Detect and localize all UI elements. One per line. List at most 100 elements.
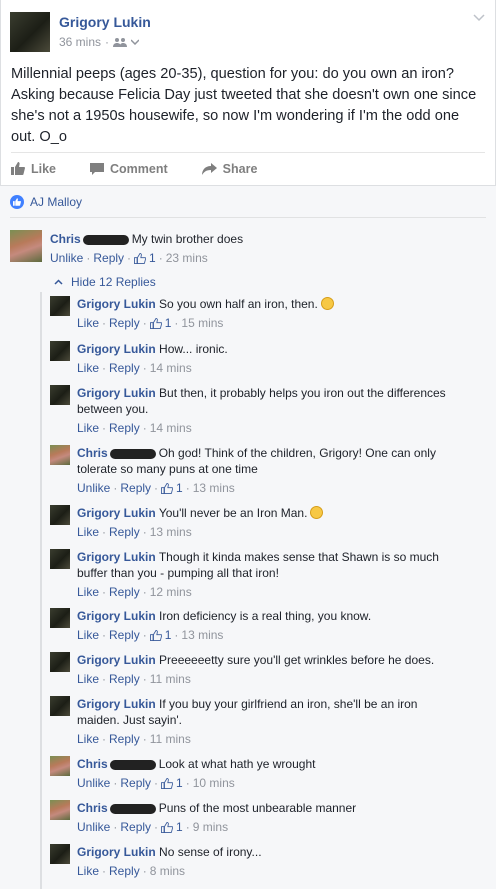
- reply-link[interactable]: Reply: [109, 316, 140, 330]
- comment-button[interactable]: Comment: [90, 162, 168, 176]
- reply-body: Grigory Lukin But then, it probably help…: [77, 385, 447, 417]
- post-time[interactable]: 36 mins: [59, 35, 101, 49]
- reply-time[interactable]: 14 mins: [150, 421, 192, 435]
- likes-names[interactable]: AJ Malloy: [30, 195, 82, 209]
- like-count[interactable]: 1: [165, 628, 172, 642]
- reply-author[interactable]: Chris: [77, 801, 108, 815]
- reply-avatar[interactable]: [50, 800, 70, 820]
- like-label: Like: [31, 161, 57, 176]
- share-button[interactable]: Share: [201, 162, 257, 176]
- reply-actions: Like · Reply · 1 · 15 mins: [77, 316, 224, 330]
- reply-link[interactable]: Reply: [109, 361, 140, 375]
- likes-summary[interactable]: AJ Malloy: [10, 195, 82, 209]
- reply-body: Grigory Lukin Preeeeeetty sure you'll ge…: [77, 652, 447, 668]
- unlike-link[interactable]: Unlike: [50, 251, 83, 265]
- like-count[interactable]: 1: [149, 251, 156, 265]
- reply-actions: Unlike · Reply · 1 · 10 mins: [77, 776, 235, 790]
- like-button[interactable]: Like: [11, 162, 56, 176]
- reply-author[interactable]: Chris: [77, 757, 108, 771]
- reply-author[interactable]: Grigory Lukin: [77, 653, 156, 667]
- reply-author[interactable]: Grigory Lukin: [77, 506, 156, 520]
- like-link[interactable]: Like: [77, 732, 99, 746]
- reply-text: No sense of irony...: [159, 845, 262, 859]
- reply-avatar[interactable]: [50, 505, 70, 525]
- reply-time[interactable]: 11 mins: [150, 732, 191, 746]
- reply-author[interactable]: Grigory Lukin: [77, 342, 156, 356]
- reply-author[interactable]: Grigory Lukin: [77, 697, 156, 711]
- redacted-surname: [109, 803, 156, 814]
- reply-time[interactable]: 8 mins: [150, 864, 185, 878]
- reply-link[interactable]: Reply: [109, 864, 140, 878]
- reply-text: Iron deficiency is a real thing, you kno…: [159, 609, 372, 623]
- like-count-thumb-icon: [134, 252, 147, 264]
- reply-time[interactable]: 9 mins: [193, 820, 228, 834]
- poster-avatar[interactable]: [10, 12, 50, 52]
- reply-link[interactable]: Reply: [93, 251, 124, 265]
- reply-avatar[interactable]: [50, 756, 70, 776]
- reply-link[interactable]: Reply: [109, 585, 140, 599]
- reply-author[interactable]: Grigory Lukin: [77, 609, 156, 623]
- reply-time[interactable]: 15 mins: [181, 316, 223, 330]
- post-meta: 36 mins ·: [59, 35, 140, 49]
- reply-link[interactable]: Reply: [109, 525, 140, 539]
- like-count[interactable]: 1: [176, 776, 183, 790]
- like-count-thumb-icon: [161, 482, 174, 494]
- reply-time[interactable]: 13 mins: [150, 525, 192, 539]
- reply-avatar[interactable]: [50, 445, 70, 465]
- like-link[interactable]: Like: [77, 672, 99, 686]
- reply-link[interactable]: Reply: [120, 776, 151, 790]
- reply-avatar[interactable]: [50, 696, 70, 716]
- commenter-avatar[interactable]: [10, 230, 42, 262]
- reply-author[interactable]: Grigory Lukin: [77, 550, 156, 564]
- reply-link[interactable]: Reply: [109, 628, 140, 642]
- reply-time[interactable]: 12 mins: [150, 585, 192, 599]
- reply-avatar[interactable]: [50, 844, 70, 864]
- reply-text: You'll never be an Iron Man.: [158, 506, 308, 520]
- unlike-link[interactable]: Unlike: [77, 820, 110, 834]
- friends-audience-icon[interactable]: [113, 37, 128, 47]
- reply-avatar[interactable]: [50, 296, 70, 316]
- reply-author[interactable]: Grigory Lukin: [77, 297, 156, 311]
- like-link[interactable]: Like: [77, 628, 99, 642]
- like-link[interactable]: Like: [77, 316, 99, 330]
- reply-author[interactable]: Grigory Lukin: [77, 845, 156, 859]
- reply-time[interactable]: 14 mins: [150, 361, 192, 375]
- reply-body: Grigory Lukin How... ironic.: [77, 341, 447, 357]
- reply-avatar[interactable]: [50, 341, 70, 361]
- like-count[interactable]: 1: [176, 481, 183, 495]
- hide-replies-toggle[interactable]: Hide 12 Replies: [54, 275, 156, 289]
- reply-time[interactable]: 13 mins: [193, 481, 235, 495]
- emoji-icon: [310, 506, 324, 519]
- reply-avatar[interactable]: [50, 652, 70, 672]
- like-link[interactable]: Like: [77, 525, 99, 539]
- reply-time[interactable]: 10 mins: [193, 776, 235, 790]
- reply-body: Grigory Lukin So you own half an iron, t…: [77, 296, 447, 312]
- chevron-down-icon[interactable]: [131, 39, 140, 45]
- poster-name[interactable]: Grigory Lukin: [59, 14, 151, 30]
- reply-author[interactable]: Chris: [77, 446, 108, 460]
- like-link[interactable]: Like: [77, 421, 99, 435]
- reply-avatar[interactable]: [50, 608, 70, 628]
- reply-link[interactable]: Reply: [109, 672, 140, 686]
- post-options-chevron-icon[interactable]: [473, 14, 485, 22]
- comment-time[interactable]: 23 mins: [166, 251, 208, 265]
- reply-link[interactable]: Reply: [120, 820, 151, 834]
- reply-avatar[interactable]: [50, 385, 70, 405]
- reply-author[interactable]: Grigory Lukin: [77, 386, 156, 400]
- like-count[interactable]: 1: [176, 820, 183, 834]
- like-link[interactable]: Like: [77, 864, 99, 878]
- reply-link[interactable]: Reply: [120, 481, 151, 495]
- reply-link[interactable]: Reply: [109, 732, 140, 746]
- reply-avatar[interactable]: [50, 549, 70, 569]
- reply-actions: Like · Reply · 14 mins: [77, 421, 192, 435]
- reply-link[interactable]: Reply: [109, 421, 140, 435]
- comment-author[interactable]: Chris: [50, 232, 81, 246]
- reply-actions: Like · Reply · 11 mins: [77, 732, 191, 746]
- reply-time[interactable]: 11 mins: [150, 672, 191, 686]
- like-link[interactable]: Like: [77, 361, 99, 375]
- unlike-link[interactable]: Unlike: [77, 481, 110, 495]
- unlike-link[interactable]: Unlike: [77, 776, 110, 790]
- like-link[interactable]: Like: [77, 585, 99, 599]
- reply-time[interactable]: 13 mins: [181, 628, 223, 642]
- like-count[interactable]: 1: [165, 316, 172, 330]
